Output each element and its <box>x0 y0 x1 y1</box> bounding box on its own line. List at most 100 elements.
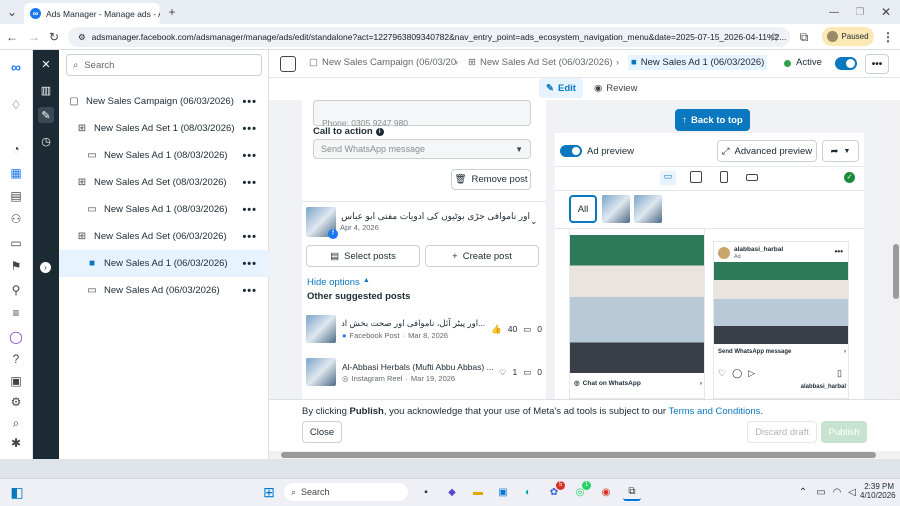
edit-tab[interactable]: ✎ Edit <box>539 78 583 98</box>
placement-feed-icon[interactable]: ▭ <box>660 171 676 185</box>
horizontal-scrollbar[interactable] <box>269 451 900 459</box>
ads-reporting-icon[interactable]: ⚑ <box>7 257 25 275</box>
teams-icon[interactable]: ◆ <box>443 483 461 501</box>
taskbar-search[interactable]: ⌕ Search <box>284 483 408 501</box>
cta-select[interactable]: Send WhatsApp message ▼ <box>313 139 531 159</box>
audiences-icon[interactable]: ▤ <box>7 187 25 205</box>
account-overview-icon[interactable]: ◔ <box>7 140 25 158</box>
search-input[interactable]: ⌕ Search <box>66 54 262 76</box>
scrollbar-thumb[interactable] <box>893 244 899 299</box>
breadcrumb-campaign[interactable]: ▢ New Sales Campaign (06/03/20 <box>309 57 456 68</box>
chart-icon[interactable]: ▥ <box>38 82 54 98</box>
save-icon[interactable]: ▯ <box>837 368 842 379</box>
share-button[interactable]: ➦ ▼ <box>822 140 859 162</box>
pages-icon[interactable]: ▣ <box>7 372 25 390</box>
more-options-icon[interactable]: ••• <box>242 96 257 108</box>
close-editor-icon[interactable]: ✕ <box>38 56 54 72</box>
tree-item-ad[interactable]: ▭ New Sales Ad (06/03/2026) ••• <box>59 277 269 304</box>
site-info-icon[interactable]: ⚙ <box>78 32 86 43</box>
tab-list-icon[interactable]: ⌄ <box>4 4 20 20</box>
whatsapp-cta[interactable]: ◎ Chat on WhatsApp › <box>574 375 702 391</box>
search-tool-icon[interactable]: ⌕ <box>7 414 25 432</box>
task-view-icon[interactable]: ▪ <box>417 483 435 501</box>
info-icon[interactable]: i <box>375 127 384 136</box>
more-options-icon[interactable]: ••• <box>242 177 257 189</box>
minimize-icon[interactable]: — <box>826 4 842 20</box>
volume-icon[interactable]: ◁ <box>843 483 861 501</box>
tree-item-adset[interactable]: ⊞ New Sales Ad Set 1 (08/03/2026) ••• <box>59 115 269 142</box>
breadcrumb-adset[interactable]: ⊞ New Sales Ad Set (06/03/2026) <box>468 57 613 68</box>
select-posts-button[interactable]: ▤ Select posts <box>306 245 420 267</box>
more-options-icon[interactable]: ••• <box>835 247 843 256</box>
discard-draft-button[interactable]: Discard draft <box>747 421 817 443</box>
meta-logo-icon[interactable]: ∞ <box>7 58 25 76</box>
tree-item-ad[interactable]: ▭ New Sales Ad 1 (08/03/2026) ••• <box>59 196 269 223</box>
bookmark-star-icon[interactable]: ☆ <box>766 29 782 45</box>
bug-report-icon[interactable]: ✱ <box>7 434 25 452</box>
more-options-icon[interactable]: ••• <box>242 231 257 243</box>
settings-icon[interactable]: ⚙ <box>7 393 25 411</box>
tree-item-adset[interactable]: ⊞ New Sales Ad Set (08/03/2026) ••• <box>59 169 269 196</box>
more-options-icon[interactable]: ••• <box>242 150 257 162</box>
billing-icon[interactable]: ▭ <box>7 234 25 252</box>
reload-icon[interactable]: ↻ <box>46 29 62 45</box>
chevron-up-icon[interactable]: ⌃ <box>794 483 812 501</box>
clock[interactable]: 2:39 PM 4/10/2026 <box>860 482 896 500</box>
expand-panel-icon[interactable]: › <box>40 262 51 273</box>
active-app-icon[interactable]: ⧉ <box>623 483 641 501</box>
remove-post-button[interactable]: 🗑 Remove post <box>451 169 531 190</box>
tree-item-ad[interactable]: ▭ New Sales Ad 1 (08/03/2026) ••• <box>59 142 269 169</box>
chrome-icon[interactable]: ◉ <box>597 483 615 501</box>
suggested-post-item[interactable]: Al-Abbasi Herbals (Mufti Abbu Abbas) ...… <box>306 354 542 390</box>
advanced-preview-button[interactable]: ⤢ Advanced preview <box>717 140 817 162</box>
notifications-icon[interactable]: ♢ <box>7 96 25 114</box>
toggle-sidebar-icon[interactable] <box>280 56 296 72</box>
whatsapp-cta[interactable]: Send WhatsApp message › <box>718 346 846 358</box>
comment-icon[interactable]: ◯ <box>732 368 742 379</box>
placement-banner-icon[interactable] <box>746 174 758 181</box>
tree-item-campaign[interactable]: ▢ New Sales Campaign (06/03/2026) ••• <box>59 88 269 115</box>
tree-item-ad-selected[interactable]: ■ New Sales Ad 1 (06/03/2026) ••• <box>59 250 269 277</box>
meta-ai-icon[interactable]: ◯ <box>7 328 25 346</box>
store-icon[interactable]: ▣ <box>494 483 512 501</box>
hide-options-link[interactable]: Hide options ▲ <box>307 277 370 288</box>
creative-thumbnail[interactable] <box>602 195 630 223</box>
back-icon[interactable]: ← <box>4 29 20 45</box>
browser-tab[interactable]: ∞ Ads Manager - Manage ads - A ✕ <box>24 3 160 24</box>
people-icon[interactable]: ⚇ <box>7 210 25 228</box>
maximize-icon[interactable]: ❐ <box>852 4 868 20</box>
creative-thumbnail[interactable] <box>634 195 662 223</box>
tree-item-adset[interactable]: ⊞ New Sales Ad Set (06/03/2026) ••• <box>59 223 269 250</box>
file-explorer-icon[interactable]: ▬ <box>469 483 487 501</box>
more-options-icon[interactable]: ••• <box>242 123 257 135</box>
edit-pencil-icon[interactable]: ✎ <box>38 107 54 123</box>
suggested-post-item[interactable]: ...اور پیٹر آئل، ناموافی اور صحت بخش ادو… <box>306 311 542 347</box>
back-to-top-button[interactable]: ↑ Back to top <box>675 109 750 131</box>
extensions-icon[interactable]: ⧉ <box>796 29 812 45</box>
placement-story-icon[interactable] <box>720 171 728 183</box>
share-icon[interactable]: ▷ <box>748 368 755 379</box>
campaigns-icon[interactable]: ▦ <box>7 164 25 182</box>
placement-square-icon[interactable] <box>690 171 702 183</box>
browser-menu-icon[interactable]: ⋮ <box>880 29 896 45</box>
edge-icon[interactable]: ◐ <box>519 483 537 501</box>
review-tab[interactable]: ◉ Review <box>594 78 644 98</box>
more-options-icon[interactable]: ••• <box>242 285 257 297</box>
ad-preview-toggle[interactable] <box>560 145 582 157</box>
more-options-icon[interactable]: ••• <box>242 258 257 270</box>
history-icon[interactable]: ◷ <box>38 133 54 149</box>
new-tab-icon[interactable]: + <box>164 4 180 20</box>
all-tools-icon[interactable]: ≡ <box>7 304 25 322</box>
create-post-button[interactable]: + Create post <box>425 245 539 267</box>
heart-icon[interactable]: ♡ <box>718 368 726 379</box>
more-options-icon[interactable]: ••• <box>242 204 257 216</box>
active-toggle[interactable] <box>835 57 857 70</box>
profile-button[interactable]: Paused <box>822 27 874 46</box>
close-window-icon[interactable]: ✕ <box>878 4 894 20</box>
widgets-icon[interactable]: ◧ <box>8 483 26 501</box>
close-button[interactable]: Close <box>302 421 342 443</box>
more-actions-button[interactable]: ••• <box>865 54 889 74</box>
breadcrumb-ad[interactable]: ■ New Sales Ad 1 (06/03/2026) <box>628 55 768 70</box>
vertical-scrollbar[interactable] <box>892 100 900 399</box>
scrollbar-thumb[interactable] <box>281 452 876 458</box>
